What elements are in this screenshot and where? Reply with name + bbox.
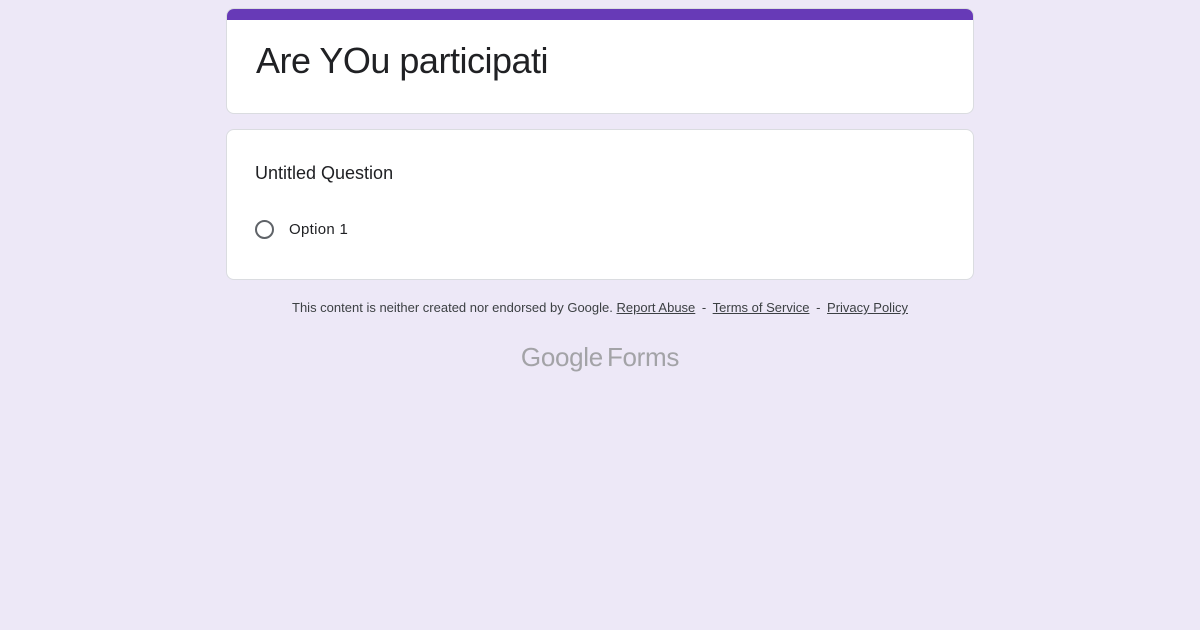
report-abuse-link[interactable]: Report Abuse: [617, 300, 696, 315]
form-header-card: Are YOu participati: [226, 8, 974, 114]
question-title: Untitled Question: [255, 163, 394, 183]
separator: -: [701, 300, 707, 315]
disclaimer-text: This content is neither created nor endo…: [292, 300, 613, 315]
radio-button[interactable]: [255, 219, 274, 239]
form-page: Are YOu participati Untitled Question Op…: [0, 0, 1200, 630]
form-title: Are YOu participati: [256, 40, 548, 81]
radio-option[interactable]: Option 1: [255, 216, 348, 242]
forms-wordmark: Forms: [606, 342, 680, 372]
privacy-policy-link[interactable]: Privacy Policy: [827, 300, 908, 315]
terms-of-service-link[interactable]: Terms of Service: [713, 300, 810, 315]
google-wordmark: Google: [520, 342, 603, 372]
question-card: Untitled Question Option 1: [226, 129, 974, 280]
option-label: Option 1: [289, 220, 349, 238]
separator: -: [816, 300, 821, 315]
footer-disclaimer: This content is neither created nor endo…: [0, 299, 1200, 317]
google-forms-logo[interactable]: Google Forms: [0, 340, 1200, 374]
accent-bar: [227, 9, 973, 20]
